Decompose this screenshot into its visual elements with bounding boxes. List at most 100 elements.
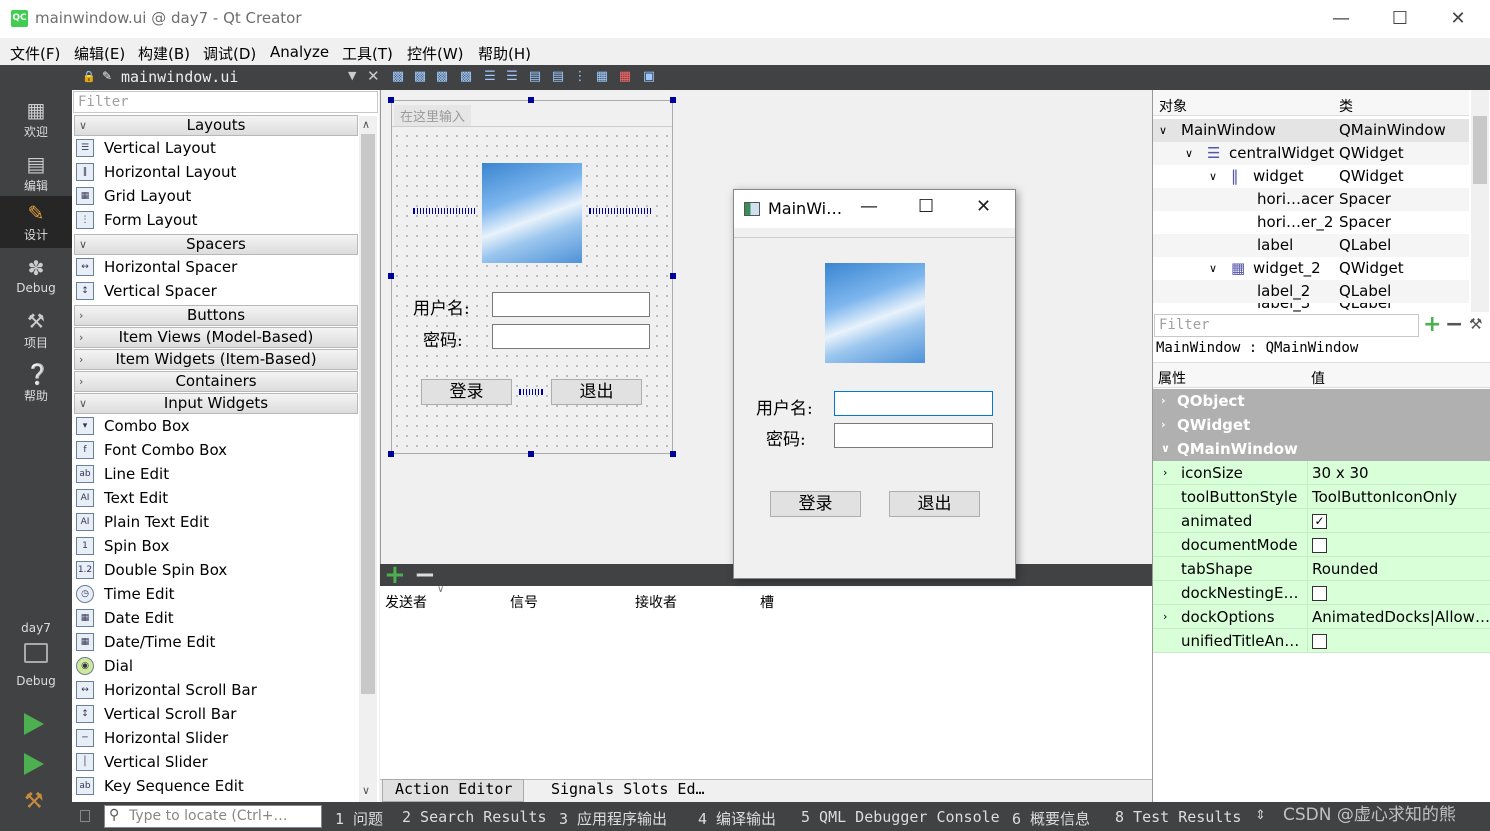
scroll-down-icon[interactable]: ∨ <box>362 784 370 797</box>
lay-out-horizontally-icon[interactable]: ☰ <box>482 69 498 85</box>
prop-value[interactable]: Rounded <box>1307 557 1490 581</box>
widget-item-spin-box[interactable]: 1 Spin Box <box>74 534 358 558</box>
widget-item-horizontal-scroll-bar[interactable]: ↔ Horizontal Scroll Bar <box>74 678 358 702</box>
widget-item-form-layout[interactable]: ⋮ Form Layout <box>74 208 358 232</box>
menu-build[interactable]: 构建(B) <box>138 43 190 64</box>
resize-handle[interactable] <box>670 273 676 279</box>
remove-property-icon[interactable]: − <box>1445 312 1463 337</box>
category-containers[interactable]: › Containers <box>74 371 358 392</box>
menu-edit[interactable]: 编辑(E) <box>74 43 125 64</box>
docknesting-checkbox[interactable] <box>1312 586 1327 601</box>
splitter-horizontal-icon[interactable]: ▤ <box>527 69 543 85</box>
widget-item-date-edit[interactable]: ▦ Date Edit <box>74 606 358 630</box>
mode-design[interactable]: ✎ 设计 <box>0 196 72 248</box>
monitor-icon[interactable] <box>24 643 48 663</box>
prop-row-docknesting[interactable]: dockNestingE… <box>1153 581 1490 605</box>
documentmode-checkbox[interactable] <box>1312 538 1327 553</box>
prop-value[interactable]: ToolButtonIconOnly <box>1307 485 1490 509</box>
widget-item-plain-text-edit[interactable]: AI Plain Text Edit <box>74 510 358 534</box>
prop-value[interactable]: 30 x 30 <box>1307 461 1490 485</box>
pane-scroll-icon[interactable]: ⇕ <box>1255 808 1266 823</box>
tree-row-hspacer2[interactable]: hori…er_2 Spacer <box>1153 211 1469 234</box>
resize-handle[interactable] <box>670 97 676 103</box>
preview-username-input[interactable] <box>834 391 993 416</box>
property-filter-input[interactable]: Filter <box>1154 314 1419 337</box>
form-layout-icon[interactable]: ⋮ <box>572 69 588 85</box>
widget-item-horizontal-spacer[interactable]: ↔ Horizontal Spacer <box>74 255 358 279</box>
widget-item-vertical-layout[interactable]: ☰ Vertical Layout <box>74 136 358 160</box>
mode-help[interactable]: ❔ 帮助 <box>0 357 72 409</box>
col-signal[interactable]: 信号 <box>510 592 538 612</box>
widget-box-scrollbar[interactable]: ∧ ∨ <box>359 116 377 802</box>
menu-tools[interactable]: 工具(T) <box>342 43 393 64</box>
splitter-vertical-icon[interactable]: ▤ <box>550 69 566 85</box>
tree-row-label3[interactable]: label_3 QLabel <box>1153 303 1469 312</box>
widget-item-horizontal-slider[interactable]: ─ Horizontal Slider <box>74 726 358 750</box>
widget-item-time-edit[interactable]: ◷ Time Edit <box>74 582 358 606</box>
menu-controls[interactable]: 控件(W) <box>407 43 464 64</box>
pane-general-messages[interactable]: 6 概要信息 <box>1012 808 1090 829</box>
prop-row-tabshape[interactable]: tabShape Rounded <box>1153 557 1490 581</box>
password-input[interactable] <box>492 324 650 349</box>
scrollbar-thumb[interactable] <box>1473 116 1487 184</box>
build-hammer-icon[interactable]: ⚒ <box>24 789 44 814</box>
col-receiver[interactable]: 接收者 <box>635 592 677 612</box>
widget-item-combo-box[interactable]: ▾ Combo Box <box>74 414 358 438</box>
prop-row-dockoptions[interactable]: › dockOptions AnimatedDocks|Allow… <box>1153 605 1490 629</box>
horizontal-spacer-left[interactable] <box>413 208 475 214</box>
col-value[interactable]: 值 <box>1311 368 1325 388</box>
pane-compile-output[interactable]: 4 编译输出 <box>698 808 776 829</box>
menu-file[interactable]: 文件(F) <box>10 43 60 64</box>
widget-item-line-edit[interactable]: ab Line Edit <box>74 462 358 486</box>
category-item-views[interactable]: › Item Views (Model-Based) <box>74 327 358 348</box>
add-dynamic-property-icon[interactable]: + <box>1423 312 1441 337</box>
username-input[interactable] <box>492 292 650 317</box>
resize-handle[interactable] <box>388 97 394 103</box>
close-file-icon[interactable]: ✕ <box>367 67 380 85</box>
edit-signals-icon[interactable]: ▩ <box>412 69 428 85</box>
mode-welcome[interactable]: ▦ 欢迎 <box>0 93 72 145</box>
category-input-widgets[interactable]: ∨ Input Widgets <box>74 393 358 414</box>
edit-tab-order-icon[interactable]: ▩ <box>458 69 474 85</box>
category-spacers[interactable]: ∨ Spacers <box>74 234 358 255</box>
widget-item-horizontal-layout[interactable]: ‖ Horizontal Layout <box>74 160 358 184</box>
button-spacer[interactable] <box>519 389 543 395</box>
debug-run-icon[interactable] <box>24 753 44 775</box>
col-slot[interactable]: 槽 <box>760 592 774 612</box>
maximize-button[interactable]: ☐ <box>1385 8 1415 30</box>
group-qmainwindow[interactable]: ∨ QMainWindow <box>1153 437 1490 461</box>
prop-value[interactable]: AnimatedDocks|Allow… <box>1307 605 1490 629</box>
col-class[interactable]: 类 <box>1339 96 1353 116</box>
minimize-button[interactable]: — <box>1326 8 1356 30</box>
file-dropdown-icon[interactable]: ▼ <box>348 69 356 82</box>
tab-signals-slots[interactable]: Signals Slots Ed… <box>551 780 705 798</box>
locator-input[interactable]: ⚲ Type to locate (Ctrl+… <box>104 805 322 828</box>
menu-debug[interactable]: 调试(D) <box>203 43 256 64</box>
widget-item-key-sequence-edit[interactable]: ab Key Sequence Edit <box>74 774 358 798</box>
edit-widgets-icon[interactable]: ▩ <box>390 69 406 85</box>
adjust-size-icon[interactable]: ▣ <box>641 69 657 85</box>
mode-edit[interactable]: ▤ 编辑 <box>0 147 72 199</box>
horizontal-spacer-right[interactable] <box>589 208 651 214</box>
resize-handle[interactable] <box>528 97 534 103</box>
pane-app-output[interactable]: 3 应用程序输出 <box>559 808 667 829</box>
menu-help[interactable]: 帮助(H) <box>478 43 531 64</box>
form-menubar[interactable]: 在这里输入 <box>392 101 672 127</box>
widget-item-vertical-slider[interactable]: │ Vertical Slider <box>74 750 358 774</box>
tree-row-mainwindow[interactable]: ∨ MainWindow QMainWindow <box>1153 119 1469 142</box>
preview-window[interactable]: MainWi… — ☐ ✕ 用户名: 密码: 登录 退出 <box>733 189 1016 579</box>
preview-close-button[interactable]: ✕ <box>976 196 991 217</box>
scrollbar-thumb[interactable] <box>361 134 375 694</box>
toggle-sidebar-icon[interactable] <box>80 810 90 822</box>
run-icon[interactable] <box>24 713 44 735</box>
tree-row-centralwidget[interactable]: ∨ ☰ centralWidget QWidget <box>1153 142 1469 165</box>
resize-handle[interactable] <box>388 273 394 279</box>
pane-test-results[interactable]: 8 Test Results <box>1115 808 1241 826</box>
group-qobject[interactable]: › QObject <box>1153 389 1490 413</box>
preview-login-button[interactable]: 登录 <box>770 491 861 517</box>
lay-out-vertically-icon[interactable]: ☰ <box>504 69 520 85</box>
animated-checkbox[interactable]: ✓ <box>1312 514 1327 529</box>
mode-debug[interactable]: ✽ Debug <box>0 251 72 303</box>
group-qwidget[interactable]: › QWidget <box>1153 413 1490 437</box>
preview-maximize-button[interactable]: ☐ <box>918 196 934 217</box>
